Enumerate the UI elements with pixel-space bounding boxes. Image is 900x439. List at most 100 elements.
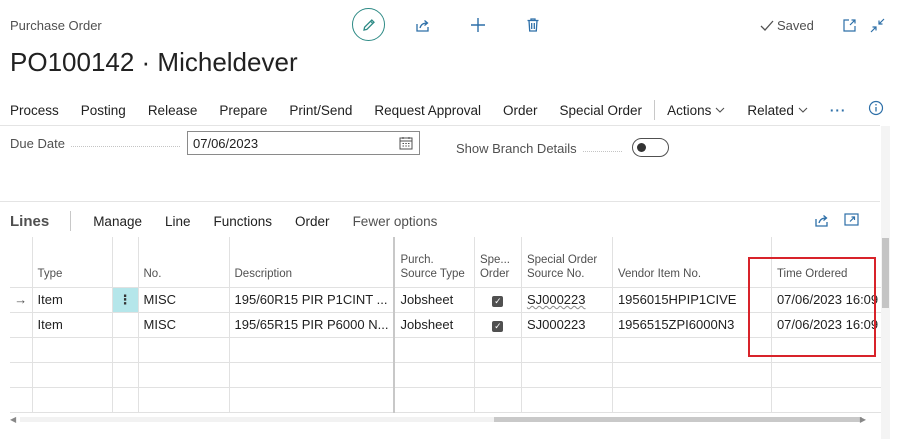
expand-icon — [844, 213, 859, 226]
cell-source-no[interactable]: SJ000223 — [521, 287, 613, 313]
scroll-right-arrow-icon[interactable]: ▶ — [860, 415, 866, 424]
related-menu[interactable]: Related — [736, 103, 819, 118]
empty-cell[interactable] — [138, 337, 230, 363]
chevron-down-icon — [798, 107, 808, 113]
empty-cell[interactable] — [394, 362, 475, 388]
empty-cell[interactable] — [112, 337, 139, 363]
action-prepare[interactable]: Prepare — [208, 103, 278, 118]
action-order[interactable]: Order — [492, 103, 549, 118]
lines-line[interactable]: Line — [154, 214, 203, 229]
empty-cell[interactable] — [229, 387, 396, 413]
col-header-purch-source-type[interactable]: Purch. Source Type — [394, 237, 475, 288]
checkmark-icon — [760, 20, 774, 31]
cell-description[interactable]: 195/65R15 PIR P6000 N... — [229, 312, 396, 338]
edit-button[interactable] — [352, 8, 385, 41]
action-process[interactable]: Process — [0, 103, 70, 118]
empty-cell[interactable] — [474, 362, 522, 388]
checkbox-checked-icon[interactable]: ✓ — [492, 321, 504, 332]
actions-menu[interactable]: Actions — [656, 103, 736, 118]
cell-source-type[interactable]: Jobsheet — [394, 287, 475, 313]
empty-cell[interactable] — [612, 387, 772, 413]
collapse-icon — [870, 18, 884, 32]
empty-cell — [10, 362, 33, 388]
empty-cell[interactable] — [521, 337, 613, 363]
empty-cell[interactable] — [771, 387, 885, 413]
cell-source-type[interactable]: Jobsheet — [394, 312, 475, 338]
cell-description[interactable]: 195/60R15 PIR P1CINT ... — [229, 287, 396, 313]
empty-cell[interactable] — [229, 337, 396, 363]
chevron-down-icon — [715, 107, 725, 113]
fewer-options-button[interactable]: Fewer options — [342, 214, 450, 229]
scroll-thumb[interactable] — [882, 238, 889, 308]
cell-source-no[interactable]: SJ000223 — [521, 312, 613, 338]
empty-cell[interactable] — [229, 362, 396, 388]
new-button[interactable] — [467, 14, 489, 36]
empty-row[interactable] — [10, 387, 885, 413]
empty-cell[interactable] — [138, 362, 230, 388]
empty-cell[interactable] — [612, 362, 772, 388]
info-icon — [868, 100, 884, 116]
vertical-scrollbar[interactable] — [881, 126, 890, 439]
empty-cell[interactable] — [112, 362, 139, 388]
cell-type[interactable]: Item — [32, 312, 113, 338]
delete-button[interactable] — [522, 14, 544, 36]
col-header-no[interactable]: No. — [138, 237, 230, 288]
col-header-menu — [112, 237, 139, 288]
saved-label: Saved — [777, 18, 814, 33]
scroll-left-arrow-icon[interactable]: ◀ — [10, 415, 16, 424]
lines-functions[interactable]: Functions — [203, 214, 285, 229]
empty-cell[interactable] — [394, 337, 475, 363]
lines-share-button[interactable] — [814, 212, 830, 233]
cell-no[interactable]: MISC — [138, 287, 230, 313]
action-release[interactable]: Release — [137, 103, 209, 118]
lines-manage[interactable]: Manage — [82, 214, 154, 229]
empty-cell[interactable] — [32, 337, 113, 363]
action-special-order[interactable]: Special Order — [549, 103, 654, 118]
horizontal-scrollbar[interactable]: ◀ ▶ — [10, 414, 866, 424]
label-leader — [70, 146, 180, 147]
empty-cell[interactable] — [474, 387, 522, 413]
empty-cell[interactable] — [771, 362, 885, 388]
show-branch-toggle[interactable] — [632, 138, 669, 157]
empty-cell[interactable] — [112, 387, 139, 413]
row-actions-cell[interactable] — [112, 312, 139, 338]
col-header-special-order-source-no[interactable]: Special Order Source No. — [521, 237, 613, 288]
empty-cell[interactable] — [32, 387, 113, 413]
checkbox-checked-icon[interactable]: ✓ — [492, 296, 504, 307]
lines-divider — [70, 211, 72, 231]
empty-cell[interactable] — [394, 387, 475, 413]
cell-type[interactable]: Item — [32, 287, 113, 313]
page-caption: Purchase Order — [10, 18, 102, 33]
toggle-knob — [637, 143, 646, 152]
share-button[interactable] — [412, 14, 434, 36]
info-button[interactable] — [868, 100, 884, 121]
cell-special-order[interactable]: ✓ — [474, 312, 522, 338]
grid-header-select — [10, 237, 33, 288]
col-header-special-order[interactable]: Spe... Order — [474, 237, 522, 288]
scroll-thumb[interactable] — [494, 417, 862, 422]
empty-cell[interactable] — [474, 337, 522, 363]
cell-special-order[interactable]: ✓ — [474, 287, 522, 313]
action-request-approval[interactable]: Request Approval — [363, 103, 492, 118]
empty-cell[interactable] — [138, 387, 230, 413]
calendar-icon[interactable] — [399, 136, 413, 150]
empty-cell[interactable] — [521, 387, 613, 413]
divider — [0, 125, 880, 126]
empty-cell[interactable] — [32, 362, 113, 388]
action-posting[interactable]: Posting — [70, 103, 137, 118]
due-date-input[interactable]: 07/06/2023 — [187, 131, 420, 155]
more-options-button[interactable]: ··· — [819, 103, 858, 118]
row-actions-kebab-icon[interactable]: ⋮ — [112, 287, 139, 313]
collapse-button[interactable] — [866, 14, 888, 36]
empty-cell[interactable] — [521, 362, 613, 388]
empty-row[interactable] — [10, 362, 885, 388]
lines-order[interactable]: Order — [284, 214, 342, 229]
col-header-type[interactable]: Type — [32, 237, 113, 288]
row-selector — [10, 312, 33, 338]
source-no-value: SJ000223 — [526, 292, 586, 307]
cell-no[interactable]: MISC — [138, 312, 230, 338]
open-new-window-button[interactable] — [838, 14, 860, 36]
lines-expand-button[interactable] — [844, 212, 859, 232]
col-header-description[interactable]: Description — [229, 237, 396, 288]
action-print-send[interactable]: Print/Send — [278, 103, 363, 118]
